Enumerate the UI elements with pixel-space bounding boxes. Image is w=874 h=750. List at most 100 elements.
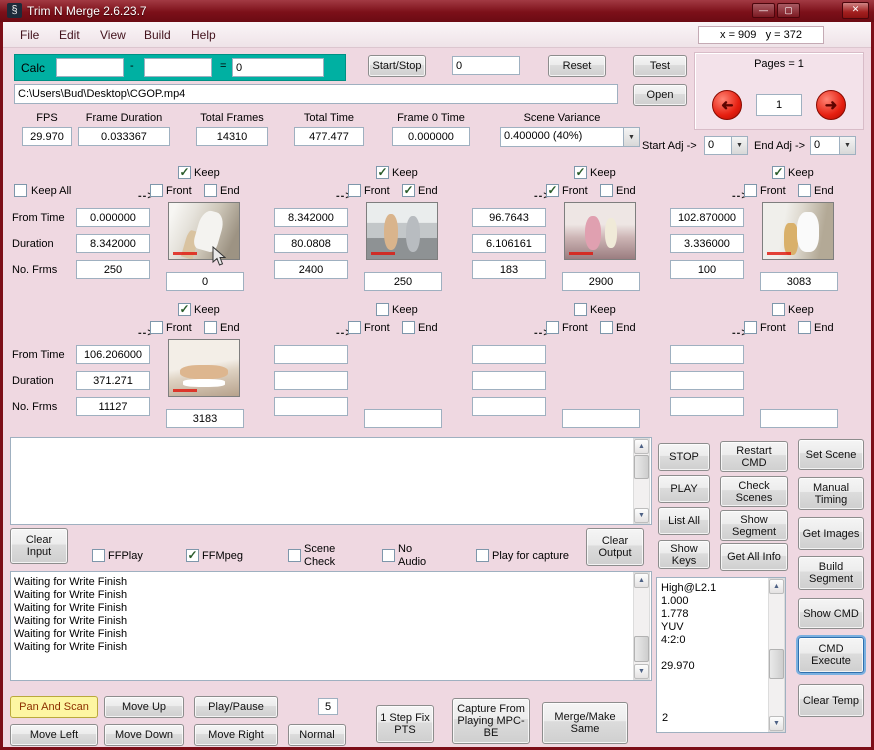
menu-help[interactable]: Help	[191, 28, 216, 42]
media-info-panel[interactable]: High@L2.1 1.000 1.778 YUV 4:2:0 29.970	[656, 577, 786, 733]
frame0-time-field[interactable]	[392, 127, 470, 146]
from-time-field[interactable]	[472, 208, 546, 227]
page-number-field[interactable]	[756, 94, 802, 116]
test-button[interactable]: Test	[633, 55, 687, 77]
normal-button[interactable]: Normal	[288, 724, 346, 746]
open-button[interactable]: Open	[633, 84, 687, 106]
front-checkbox[interactable]	[348, 184, 361, 197]
keep-checkbox[interactable]	[574, 166, 587, 179]
fps-field[interactable]	[22, 127, 72, 146]
total-frames-field[interactable]	[196, 127, 268, 146]
end-checkbox[interactable]	[798, 184, 811, 197]
end-checkbox[interactable]	[204, 321, 217, 334]
chevron-down-icon[interactable]: ▼	[731, 137, 747, 154]
no-frames-field[interactable]	[274, 260, 348, 279]
move-down-button[interactable]: Move Down	[104, 724, 184, 746]
from-time-field[interactable]	[670, 345, 744, 364]
set-scene-button[interactable]: Set Scene	[798, 439, 864, 470]
reset-button[interactable]: Reset	[548, 55, 606, 77]
scroll-down-icon[interactable]: ▼	[634, 508, 649, 523]
merge-make-same-button[interactable]: Merge/Make Same	[542, 702, 628, 744]
keep-checkbox[interactable]	[772, 303, 785, 316]
from-time-field[interactable]	[274, 345, 348, 364]
front-checkbox[interactable]	[150, 184, 163, 197]
clear-temp-button[interactable]: Clear Temp	[798, 684, 864, 717]
scene-variance-combo[interactable]: 0.400000 (40%) ▼	[500, 127, 640, 147]
check-scenes-button[interactable]: Check Scenes	[720, 476, 788, 507]
from-time-field[interactable]	[274, 208, 348, 227]
no-frames-field[interactable]	[670, 260, 744, 279]
front-checkbox[interactable]	[546, 184, 559, 197]
pan-and-scan-button[interactable]: Pan And Scan	[10, 696, 98, 718]
move-up-button[interactable]: Move Up	[104, 696, 184, 718]
no-frames-field[interactable]	[76, 260, 150, 279]
get-all-info-button[interactable]: Get All Info	[720, 543, 788, 571]
scroll-up-icon[interactable]: ▲	[634, 573, 649, 588]
end-checkbox[interactable]	[600, 184, 613, 197]
maximize-button[interactable]: ▢	[777, 3, 800, 18]
calc-result-field[interactable]	[232, 58, 324, 77]
menu-file[interactable]: File	[20, 28, 39, 42]
end-checkbox[interactable]	[402, 184, 415, 197]
step-size-field[interactable]	[318, 698, 338, 715]
no-frames-field[interactable]	[472, 260, 546, 279]
calc-field-a[interactable]	[56, 58, 124, 77]
duration-field[interactable]	[76, 371, 150, 390]
keep-checkbox[interactable]	[376, 166, 389, 179]
info-scrollbar[interactable]: ▲ ▼	[768, 578, 785, 732]
duration-field[interactable]	[274, 371, 348, 390]
scroll-down-icon[interactable]: ▼	[634, 664, 649, 679]
frame-number-field[interactable]	[760, 272, 838, 291]
video-thumbnail[interactable]	[564, 202, 636, 260]
duration-field[interactable]	[472, 234, 546, 253]
no-frames-field[interactable]	[274, 397, 348, 416]
keep-checkbox[interactable]	[376, 303, 389, 316]
ffplay-checkbox[interactable]	[92, 549, 105, 562]
from-time-field[interactable]	[76, 208, 150, 227]
frame-number-field[interactable]	[562, 272, 640, 291]
duration-field[interactable]	[76, 234, 150, 253]
log-scrollbar[interactable]: ▲ ▼	[633, 572, 650, 680]
keep-checkbox[interactable]	[178, 303, 191, 316]
keep-all-checkbox[interactable]	[14, 184, 27, 197]
move-right-button[interactable]: Move Right	[194, 724, 278, 746]
clear-output-button[interactable]: Clear Output	[586, 528, 644, 566]
frame-number-field[interactable]	[364, 272, 442, 291]
frame-number-field[interactable]	[166, 272, 244, 291]
front-checkbox[interactable]	[348, 321, 361, 334]
scrollbar-thumb[interactable]	[634, 636, 649, 662]
play-pause-button[interactable]: Play/Pause	[194, 696, 278, 718]
frame-duration-field[interactable]	[78, 127, 170, 146]
build-segment-button[interactable]: Build Segment	[798, 556, 864, 590]
keep-checkbox[interactable]	[772, 166, 785, 179]
end-checkbox[interactable]	[798, 321, 811, 334]
menu-build[interactable]: Build	[144, 28, 171, 42]
no-frames-field[interactable]	[472, 397, 546, 416]
page-previous-button[interactable]: ➜	[712, 90, 742, 120]
frame-number-field[interactable]	[562, 409, 640, 428]
frame-number-field[interactable]	[760, 409, 838, 428]
minimize-button[interactable]: —	[752, 3, 775, 18]
ffmpeg-checkbox[interactable]	[186, 549, 199, 562]
from-time-field[interactable]	[670, 208, 744, 227]
front-checkbox[interactable]	[744, 321, 757, 334]
calc-field-b[interactable]	[144, 58, 212, 77]
cmd-execute-button[interactable]: CMD Execute	[798, 637, 864, 673]
duration-field[interactable]	[670, 371, 744, 390]
end-checkbox[interactable]	[204, 184, 217, 197]
chevron-down-icon[interactable]: ▼	[839, 137, 855, 154]
restart-cmd-button[interactable]: Restart CMD	[720, 441, 788, 472]
close-button[interactable]: ✕	[842, 2, 869, 19]
from-time-field[interactable]	[76, 345, 150, 364]
list-all-button[interactable]: List All	[658, 507, 710, 535]
clear-input-button[interactable]: Clear Input	[10, 528, 68, 564]
show-segment-button[interactable]: Show Segment	[720, 510, 788, 541]
output-scrollbar[interactable]: ▲ ▼	[633, 438, 650, 524]
duration-field[interactable]	[274, 234, 348, 253]
move-left-button[interactable]: Move Left	[10, 724, 98, 746]
page-next-button[interactable]: ➜	[816, 90, 846, 120]
front-checkbox[interactable]	[150, 321, 163, 334]
no-frames-field[interactable]	[670, 397, 744, 416]
output-textarea[interactable]	[10, 437, 652, 525]
start-stop-button[interactable]: Start/Stop	[368, 55, 426, 77]
